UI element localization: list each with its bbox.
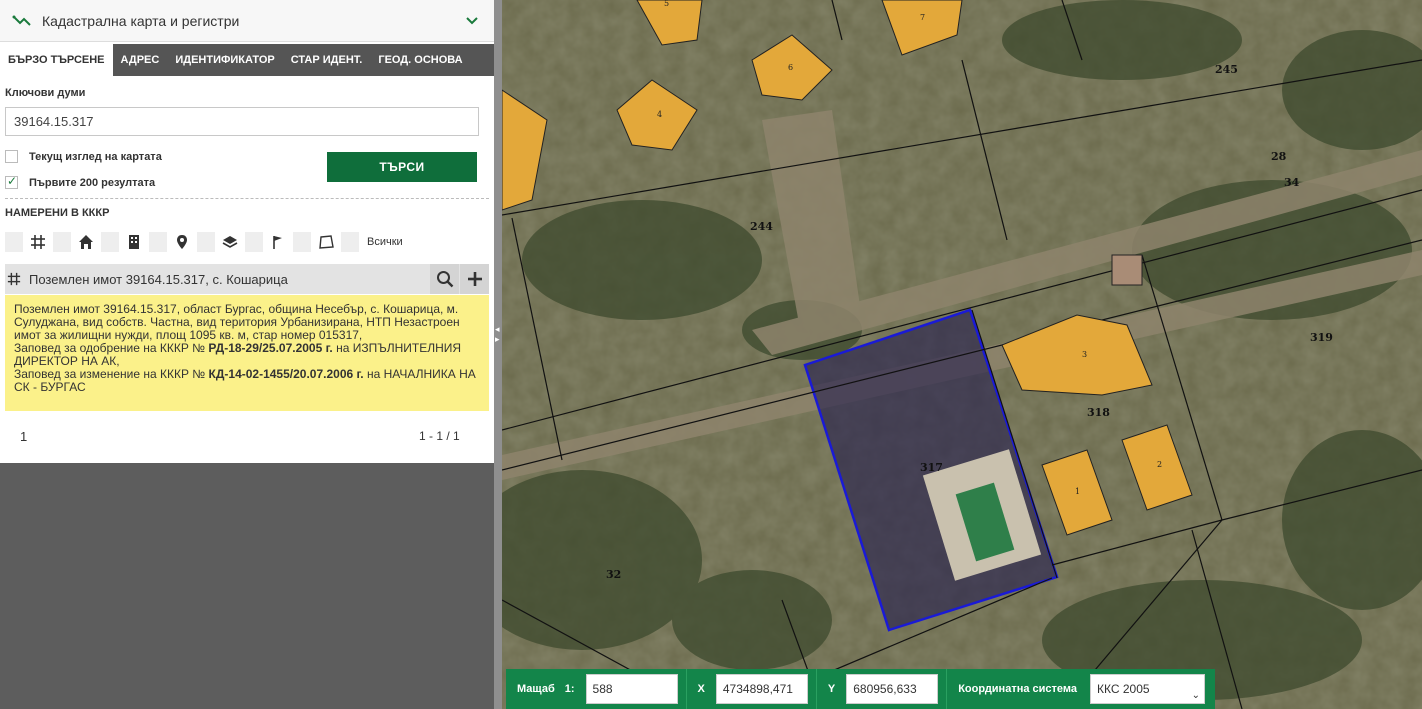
search-panel: Кадастрална карта и регистри БЪРЗО ТЪРСЕ… xyxy=(0,0,494,463)
filter-all-label: Всички xyxy=(367,236,403,248)
svg-text:28: 28 xyxy=(1271,150,1287,163)
separator xyxy=(685,669,687,709)
svg-text:318: 318 xyxy=(1087,406,1110,419)
polygon-icon xyxy=(317,232,335,252)
svg-text:7: 7 xyxy=(920,13,925,22)
svg-text:4: 4 xyxy=(657,110,662,119)
zoom-to-result-button[interactable] xyxy=(430,264,459,294)
svg-text:245: 245 xyxy=(1215,63,1238,76)
separator xyxy=(946,669,948,709)
y-coordinate-field[interactable]: 680956,633 xyxy=(846,674,939,704)
apartment-icon xyxy=(125,232,143,252)
filter-parcel-checkbox[interactable] xyxy=(5,232,23,252)
svg-text:6: 6 xyxy=(788,63,793,72)
filter-apartment-checkbox[interactable] xyxy=(101,232,119,252)
panel-title: Кадастрална карта и регистри xyxy=(42,12,240,29)
filter-area-checkbox[interactable] xyxy=(293,232,311,252)
filter-all-checkbox[interactable] xyxy=(341,232,359,252)
search-button[interactable]: ТЪРСИ xyxy=(327,152,477,182)
svg-text:3: 3 xyxy=(1082,350,1087,359)
cadastre-logo-icon xyxy=(12,13,32,29)
map-canvas[interactable]: 5 7 6 4 3 2 1 245 28 34 244 319 318 317 … xyxy=(502,0,1422,709)
filter-building-checkbox[interactable] xyxy=(53,232,71,252)
first200-option[interactable]: Първите 200 резултата xyxy=(5,174,156,189)
tab-quick-search[interactable]: БЪРЗО ТЪРСЕНЕ xyxy=(0,44,113,76)
chevron-down-icon: ⌄ xyxy=(1191,690,1200,701)
home-icon xyxy=(77,232,95,252)
scale-label: Мащаб xyxy=(517,683,555,695)
order2-number: КД-14-02-1455/20.07.2006 г. xyxy=(208,367,364,381)
expand-result-button[interactable] xyxy=(460,264,489,294)
result-title[interactable]: Поземлен имот 39164.15.317, с. Кошарица xyxy=(29,272,430,287)
divider xyxy=(5,198,489,199)
separator xyxy=(815,669,817,709)
pager-range: 1 - 1 / 1 xyxy=(419,429,460,443)
layers-icon xyxy=(221,232,239,252)
keywords-input[interactable] xyxy=(5,107,479,136)
current-view-checkbox[interactable] xyxy=(5,150,18,163)
filter-layers-checkbox[interactable] xyxy=(197,232,215,252)
collapse-handle-icon[interactable]: ◂ ▸ xyxy=(495,324,500,344)
crs-value: ККС 2005 xyxy=(1097,682,1150,696)
tab-identifier[interactable]: ИДЕНТИФИКАТОР xyxy=(167,44,282,76)
chevron-down-icon[interactable] xyxy=(462,11,482,31)
keywords-label: Ключови думи xyxy=(5,87,86,99)
panel-header[interactable]: Кадастрална карта и регистри xyxy=(0,0,494,42)
crs-label: Координатна система xyxy=(958,683,1077,695)
found-label: НАМЕРЕНИ В КККР xyxy=(5,207,110,219)
svg-text:1: 1 xyxy=(1075,487,1080,496)
x-coordinate-field[interactable]: 4734898,471 xyxy=(715,674,808,704)
search-icon xyxy=(436,271,453,288)
first200-checkbox[interactable] xyxy=(5,174,18,189)
order1-prefix: Заповед за одобрение на КККР № xyxy=(14,341,206,355)
current-view-option[interactable]: Текущ изглед на картата xyxy=(5,150,162,163)
scale-prefix: 1: xyxy=(564,683,575,695)
filter-address-checkbox[interactable] xyxy=(149,232,167,252)
map-pin-icon xyxy=(173,232,191,252)
order2-prefix: Заповед за изменение на КККР № xyxy=(14,367,206,381)
svg-text:5: 5 xyxy=(664,0,669,8)
panel-splitter[interactable]: ◂ ▸ xyxy=(494,0,502,709)
order1-number: РД-18-29/25.07.2005 г. xyxy=(208,341,333,355)
parcel-grid-icon xyxy=(29,232,47,252)
result-filters: Всички xyxy=(5,232,403,252)
result-detail: Поземлен имот 39164.15.317, област Бурга… xyxy=(5,295,489,411)
svg-text:2: 2 xyxy=(1157,460,1162,469)
result-row[interactable]: Поземлен имот 39164.15.317, с. Кошарица xyxy=(5,264,489,294)
scale-input[interactable]: 588 xyxy=(585,674,678,704)
map-view[interactable]: 5 7 6 4 3 2 1 245 28 34 244 319 318 317 … xyxy=(502,0,1422,709)
tab-old-identifier[interactable]: СТАР ИДЕНТ. xyxy=(283,44,371,76)
tab-geodetic-base[interactable]: ГЕОД. ОСНОВА xyxy=(370,44,470,76)
pager-page[interactable]: 1 xyxy=(20,429,27,444)
svg-text:32: 32 xyxy=(606,568,621,581)
first200-label: Първите 200 резултата xyxy=(29,176,156,189)
result-detail-text: Поземлен имот 39164.15.317, област Бурга… xyxy=(14,302,460,342)
parcel-grid-icon xyxy=(7,272,25,286)
y-label: Y xyxy=(827,683,836,695)
x-label: X xyxy=(697,683,705,695)
search-tabs: БЪРЗО ТЪРСЕНЕ АДРЕС ИДЕНТИФИКАТОР СТАР И… xyxy=(0,44,494,76)
svg-text:34: 34 xyxy=(1284,176,1300,189)
current-view-label: Текущ изглед на картата xyxy=(29,150,162,163)
flag-icon xyxy=(269,232,287,252)
coordinates-bar: Мащаб 1: 588 X 4734898,471 Y 680956,633 … xyxy=(506,669,1215,709)
filter-geopoint-checkbox[interactable] xyxy=(245,232,263,252)
svg-text:319: 319 xyxy=(1310,331,1333,344)
crs-select[interactable]: ККС 2005 ⌄ xyxy=(1090,674,1205,704)
plus-icon xyxy=(467,272,482,286)
svg-text:244: 244 xyxy=(750,220,773,233)
tab-address[interactable]: АДРЕС xyxy=(113,44,168,76)
svg-text:317: 317 xyxy=(920,461,943,474)
